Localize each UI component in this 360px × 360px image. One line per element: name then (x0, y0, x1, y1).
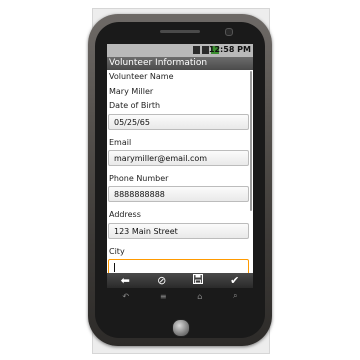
hardware-keys: ↶ ≡ ⌂ ⌕ (107, 291, 253, 301)
no-symbol-icon: ⊘ (157, 274, 167, 287)
bottom-action-bar: ⬅ ⊘ ✔ (107, 273, 253, 288)
volunteer-name-value: Mary Miller (109, 87, 154, 96)
status-time: 12:58 PM (208, 45, 251, 54)
home-icon[interactable]: ⌂ (197, 292, 202, 301)
checkmark-icon: ✔ (230, 274, 240, 287)
speaker-grille (160, 30, 200, 33)
arrow-left-icon: ⬅ (120, 274, 130, 287)
back-button[interactable]: ⬅ (110, 273, 140, 288)
save-button[interactable] (183, 273, 213, 288)
scrollbar[interactable] (250, 71, 252, 211)
back-icon[interactable]: ↶ (122, 292, 129, 301)
sim-icon (193, 46, 200, 54)
camera-icon (225, 28, 233, 36)
text-cursor (114, 263, 115, 272)
email-label: Email (109, 138, 132, 147)
cancel-button[interactable]: ⊘ (147, 273, 177, 288)
address-label: Address (109, 210, 141, 219)
menu-icon[interactable]: ≡ (160, 292, 167, 301)
phone-number-field[interactable]: 8888888888 (108, 186, 249, 202)
address-field[interactable]: 123 Main Street (108, 223, 249, 239)
phone-number-label: Phone Number (109, 174, 169, 183)
city-label: City (109, 247, 125, 256)
date-of-birth-field[interactable]: 05/25/65 (108, 114, 249, 130)
date-of-birth-label: Date of Birth (109, 101, 161, 110)
email-field[interactable]: marymiller@email.com (108, 150, 249, 166)
status-bar: 12:58 PM (107, 44, 253, 57)
trackball[interactable] (172, 319, 190, 337)
search-icon[interactable]: ⌕ (233, 291, 237, 301)
screen: 12:58 PM Volunteer Information Volunteer… (107, 44, 253, 288)
app-title: Volunteer Information (107, 57, 253, 70)
confirm-button[interactable]: ✔ (220, 273, 250, 288)
floppy-disk-icon (193, 273, 204, 287)
volunteer-name-label: Volunteer Name (109, 72, 174, 81)
